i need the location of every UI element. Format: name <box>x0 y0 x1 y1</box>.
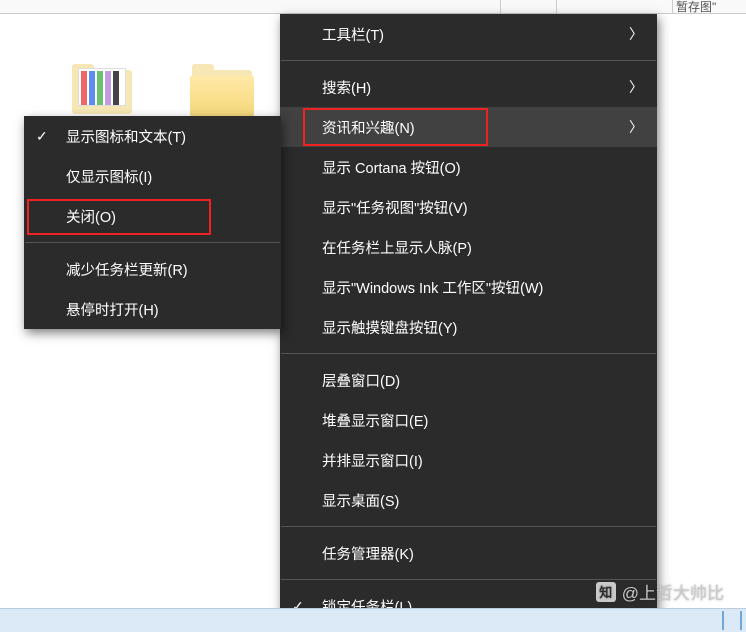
toolbar-divider <box>500 0 501 14</box>
window-toolbar-strip: 暂存图" <box>0 0 746 14</box>
chevron-right-icon: 〉 <box>629 77 643 97</box>
taskbar[interactable] <box>0 608 746 632</box>
menu-item-search[interactable]: 搜索(H) 〉 <box>280 67 657 107</box>
folder-icon[interactable] <box>190 64 254 116</box>
menu-item-task-manager[interactable]: 任务管理器(K) <box>280 533 657 573</box>
menu-item-touch-keyboard[interactable]: 显示触摸键盘按钮(Y) <box>280 307 657 347</box>
submenu-item-icon-only[interactable]: 仅显示图标(I) <box>24 156 281 196</box>
menu-item-label: 在任务栏上显示人脉(P) <box>322 237 643 258</box>
submenu-item-reduce-updates[interactable]: 减少任务栏更新(R) <box>24 249 281 289</box>
menu-item-label: 关闭(O) <box>66 206 267 227</box>
menu-item-label: 并排显示窗口(I) <box>322 450 643 471</box>
check-icon: ✓ <box>36 128 48 145</box>
menu-separator <box>281 353 656 354</box>
menu-item-label: 显示 Cortana 按钮(O) <box>322 157 643 178</box>
taskbar-divider <box>722 611 724 630</box>
submenu-item-open-on-hover[interactable]: 悬停时打开(H) <box>24 289 281 329</box>
menu-item-label: 悬停时打开(H) <box>66 299 267 320</box>
menu-separator <box>281 526 656 527</box>
menu-item-label: 任务管理器(K) <box>322 543 643 564</box>
toolbar-divider <box>672 0 673 14</box>
menu-item-taskview-button[interactable]: 显示"任务视图"按钮(V) <box>280 187 657 227</box>
menu-separator <box>281 579 656 580</box>
menu-item-people[interactable]: 在任务栏上显示人脉(P) <box>280 227 657 267</box>
menu-item-label: 层叠窗口(D) <box>322 370 643 391</box>
toolbar-divider <box>556 0 557 14</box>
menu-item-ink-workspace[interactable]: 显示"Windows Ink 工作区"按钮(W) <box>280 267 657 307</box>
news-interests-submenu: ✓ 显示图标和文本(T) 仅显示图标(I) 关闭(O) 减少任务栏更新(R) 悬… <box>24 116 281 329</box>
taskbar-context-menu: 工具栏(T) 〉 搜索(H) 〉 资讯和兴趣(N) 〉 显示 Cortana 按… <box>280 14 657 632</box>
menu-separator <box>281 60 656 61</box>
menu-item-label: 工具栏(T) <box>322 24 629 45</box>
menu-separator <box>25 242 280 243</box>
menu-item-cortana-button[interactable]: 显示 Cortana 按钮(O) <box>280 147 657 187</box>
menu-item-label: 显示"Windows Ink 工作区"按钮(W) <box>322 277 643 298</box>
menu-item-label: 显示触摸键盘按钮(Y) <box>322 317 643 338</box>
menu-item-cascade-windows[interactable]: 层叠窗口(D) <box>280 360 657 400</box>
chevron-right-icon: 〉 <box>629 24 643 44</box>
menu-item-label: 堆叠显示窗口(E) <box>322 410 643 431</box>
folder-icon[interactable] <box>70 64 134 116</box>
submenu-item-turn-off[interactable]: 关闭(O) <box>24 196 281 236</box>
menu-item-side-by-side[interactable]: 并排显示窗口(I) <box>280 440 657 480</box>
taskbar-divider <box>740 611 742 630</box>
menu-item-label: 显示桌面(S) <box>322 490 643 511</box>
menu-item-news-interests[interactable]: 资讯和兴趣(N) 〉 <box>280 107 657 147</box>
menu-item-label: 显示图标和文本(T) <box>66 126 267 147</box>
chevron-right-icon: 〉 <box>629 117 643 137</box>
menu-item-toolbars[interactable]: 工具栏(T) 〉 <box>280 14 657 54</box>
menu-item-label: 搜索(H) <box>322 77 629 98</box>
submenu-item-icon-and-text[interactable]: ✓ 显示图标和文本(T) <box>24 116 281 156</box>
menu-item-label: 显示"任务视图"按钮(V) <box>322 197 643 218</box>
menu-item-stack-windows[interactable]: 堆叠显示窗口(E) <box>280 400 657 440</box>
menu-item-show-desktop[interactable]: 显示桌面(S) <box>280 480 657 520</box>
menu-item-label: 减少任务栏更新(R) <box>66 259 267 280</box>
menu-item-label: 资讯和兴趣(N) <box>322 117 629 138</box>
menu-item-label: 仅显示图标(I) <box>66 166 267 187</box>
toolbar-hint-text: 暂存图" <box>676 0 716 15</box>
